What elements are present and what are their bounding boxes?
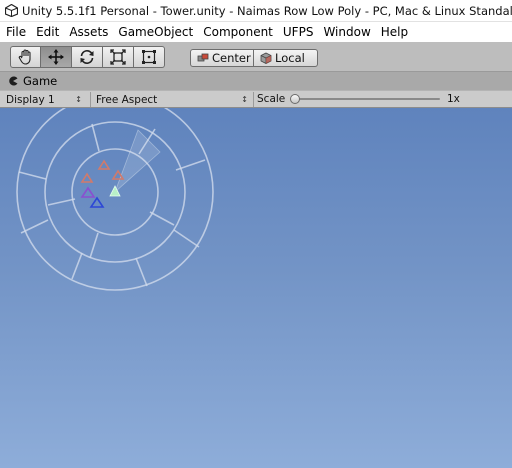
viewport-canvas	[16, 108, 214, 291]
radar-spokes	[18, 123, 206, 287]
aspect-dropdown-label: Free Aspect	[96, 93, 158, 106]
display-dropdown[interactable]: Display 1 ↕	[6, 92, 86, 107]
view-cone	[114, 129, 161, 193]
scale-tool-button[interactable]	[103, 46, 134, 68]
unity-logo-icon	[5, 4, 19, 18]
main-toolbar: Center Local	[0, 42, 512, 72]
pivot-controls: Center Local	[190, 49, 318, 67]
menu-ufps[interactable]: UFPS	[278, 22, 319, 42]
rect-transform-icon	[142, 50, 156, 64]
window-titlebar: Unity 5.5.1f1 Personal - Tower.unity - N…	[0, 0, 512, 22]
tab-game[interactable]: Game	[0, 72, 63, 90]
tab-game-label: Game	[23, 74, 58, 88]
toolbar-divider	[90, 92, 91, 107]
panel-tab-bar: Game	[0, 72, 512, 90]
blue-marker	[89, 196, 105, 208]
purple-marker	[80, 186, 96, 198]
rect-tool-button[interactable]	[134, 46, 165, 68]
aspect-dropdown[interactable]: Free Aspect ↕	[96, 92, 252, 107]
menu-gameobject[interactable]: GameObject	[113, 22, 198, 42]
menu-help[interactable]: Help	[376, 22, 413, 42]
enemy-marker	[80, 172, 94, 183]
scale-slider-thumb[interactable]	[290, 94, 300, 104]
scale-label: Scale	[257, 93, 286, 105]
scale-value: 1x	[447, 93, 460, 105]
radar-minimap	[16, 108, 214, 291]
rotate-icon	[80, 50, 94, 64]
pivot-mode-button[interactable]: Center	[190, 49, 254, 67]
pivot-mode-label: Center	[212, 51, 251, 65]
window-title: Unity 5.5.1f1 Personal - Tower.unity - N…	[22, 3, 512, 18]
game-view-controls: Display 1 ↕ Free Aspect ↕ Scale 1x	[0, 90, 512, 108]
menu-component[interactable]: Component	[198, 22, 278, 42]
pivot-rotation-label: Local	[275, 51, 305, 65]
local-cube-icon	[260, 52, 272, 64]
menu-file[interactable]: File	[0, 22, 31, 42]
display-dropdown-label: Display 1	[6, 93, 55, 106]
move-tool-button[interactable]	[41, 46, 72, 68]
menu-window[interactable]: Window	[318, 22, 375, 42]
dropdown-arrows-icon: ↕	[241, 95, 248, 104]
transform-tools	[10, 46, 165, 68]
menu-edit[interactable]: Edit	[31, 22, 64, 42]
toolbar-divider	[253, 92, 254, 107]
enemy-marker	[97, 159, 111, 170]
rotate-tool-button[interactable]	[72, 46, 103, 68]
dropdown-arrows-icon: ↕	[75, 95, 82, 104]
pivot-rotation-button[interactable]: Local	[254, 49, 318, 67]
pacman-game-icon	[9, 76, 18, 86]
pivot-center-icon	[197, 53, 209, 63]
hand-tool-button[interactable]	[10, 46, 41, 68]
scale-slider-track[interactable]	[296, 98, 440, 100]
menu-assets[interactable]: Assets	[64, 22, 113, 42]
menu-bar: File Edit Assets GameObject Component UF…	[0, 22, 512, 42]
move-arrows-icon	[48, 49, 64, 65]
radar-markers	[80, 159, 125, 208]
game-viewport[interactable]	[0, 108, 512, 468]
hand-icon	[18, 49, 31, 65]
scale-icon	[110, 49, 126, 65]
